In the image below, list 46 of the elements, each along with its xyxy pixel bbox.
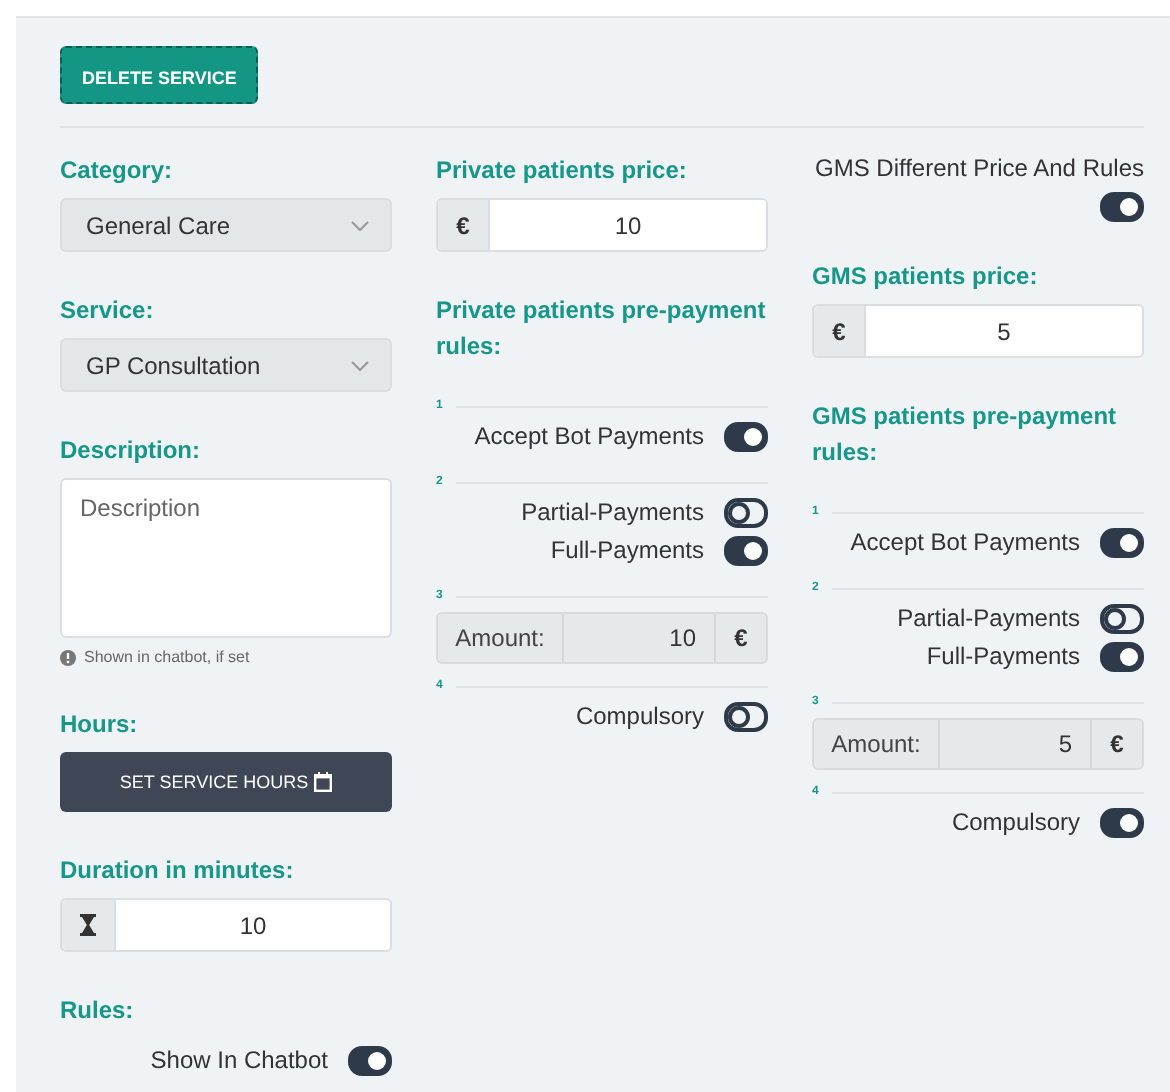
price-field[interactable]: € 10 [436,198,768,252]
amount-field[interactable]: Amount: 10 € [436,612,768,664]
toggle-switch[interactable] [348,1046,392,1076]
field-label: Hours: [60,708,140,742]
service-dropdown[interactable]: GP Consultation [60,338,392,392]
toggle-switch[interactable] [1100,604,1144,634]
field-label: Private patients pre-payment rules: [436,294,768,364]
info-icon [60,649,76,665]
toggle-switch[interactable] [1100,642,1144,672]
toggle-switch[interactable] [1100,192,1144,222]
delete-service-button[interactable]: DELETE SERVICE [60,46,259,104]
toggle-label: Partial-Payments [897,604,1080,634]
toggle-switch[interactable] [724,498,768,528]
toggle-switch[interactable] [1100,808,1144,838]
toggle-label: Accept Bot Payments [474,422,704,452]
hint-text: Shown in chatbot, if set [84,648,250,666]
toggle-switch[interactable] [724,536,768,566]
price-field[interactable]: € 5 [812,304,1144,358]
field-label: Duration in minutes: [60,854,296,888]
category-dropdown[interactable]: General Care [60,198,392,252]
toggle-label: Show In Chatbot [150,1046,328,1076]
toggle-label: Full-Payments [926,642,1080,672]
chevron-down-icon [350,219,370,231]
toggle-label: Full-Payments [550,536,704,566]
field-label: GMS patients pre-payment rules: [812,400,1119,470]
field-label: Description: [60,434,203,468]
toggle-label: Accept Bot Payments [850,528,1080,558]
toggle-label: Compulsory [575,702,704,732]
toggle-switch[interactable] [724,422,768,452]
toggle-label: Compulsory [951,808,1080,838]
duration-field[interactable]: 10 [60,898,392,952]
field-label: Private patients price: [436,154,689,188]
calendar-icon [314,772,333,792]
amount-field[interactable]: Amount: 5 € [812,718,1144,770]
toggle-switch[interactable] [1100,528,1144,558]
toggle-label: GMS Different Price And Rules [812,152,1144,184]
hourglass-icon [80,914,96,936]
field-label: Category: [60,154,175,188]
chevron-down-icon [350,359,370,371]
toggle-switch[interactable] [724,702,768,732]
set-hours-button[interactable]: SET SERVICE HOURS [60,752,392,812]
field-label: GMS patients price: [812,260,1040,294]
field-label: Rules: [60,994,136,1028]
description-field[interactable]: Description [60,478,392,638]
toggle-label: Partial-Payments [521,498,704,528]
field-label: Service: [60,294,156,328]
